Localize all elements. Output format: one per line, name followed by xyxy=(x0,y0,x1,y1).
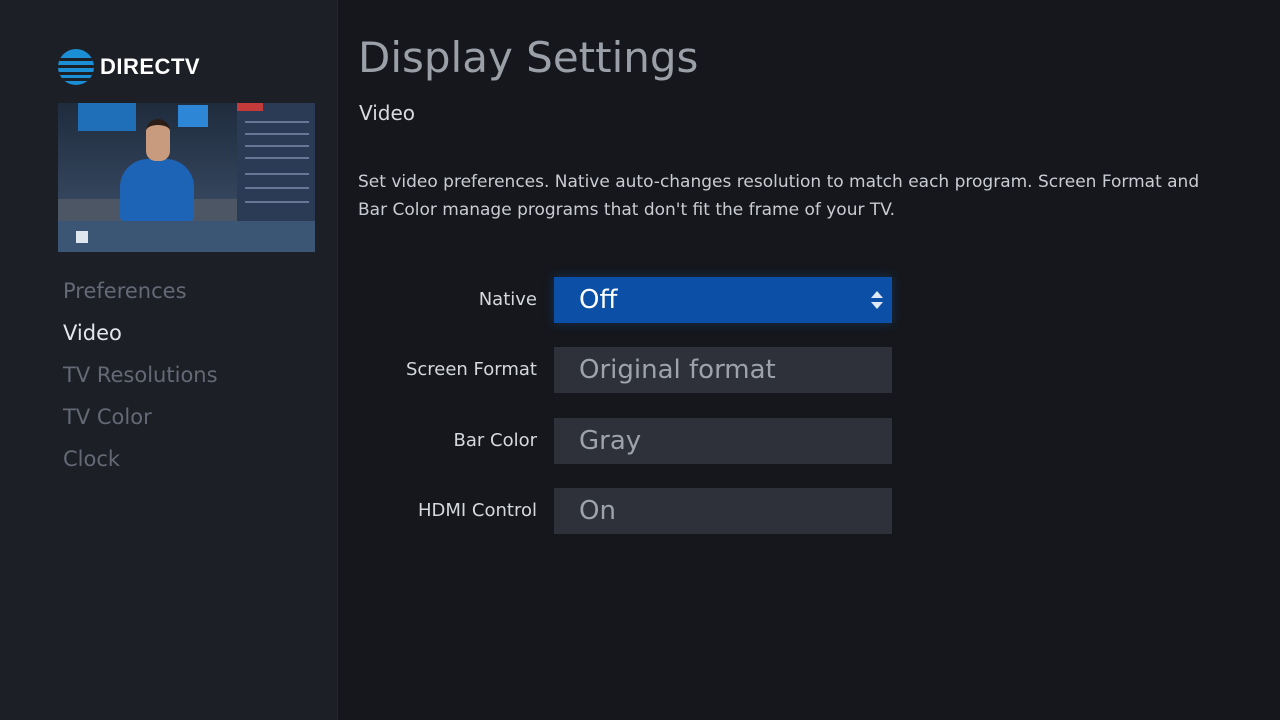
sidebar-item-clock[interactable]: Clock xyxy=(63,445,218,487)
screen-format-label: Screen Format xyxy=(405,359,537,380)
hdmi-control-label: HDMI Control xyxy=(417,500,537,521)
native-label: Native xyxy=(478,289,537,310)
setting-row-native: Native Off xyxy=(358,277,892,323)
setting-row-hdmi-control: HDMI Control On xyxy=(358,488,892,534)
app-root: DIRECTV Preferences Video TV Resolutions… xyxy=(0,0,1280,720)
sidebar-item-tv-color[interactable]: TV Color xyxy=(63,403,218,445)
directv-logo: DIRECTV xyxy=(58,49,200,85)
live-tv-preview xyxy=(58,103,315,252)
bar-color-value: Gray xyxy=(579,426,642,456)
native-value: Off xyxy=(579,285,618,315)
native-selector[interactable]: Off xyxy=(554,277,892,323)
settings-menu: Preferences Video TV Resolutions TV Colo… xyxy=(63,277,218,487)
page-title: Display Settings xyxy=(358,33,699,82)
hdmi-control-value: On xyxy=(579,496,616,526)
section-title: Video xyxy=(359,101,416,125)
screen-format-selector[interactable]: Original format xyxy=(554,347,892,393)
up-down-arrows-icon xyxy=(871,291,883,309)
setting-row-bar-color: Bar Color Gray xyxy=(358,418,892,464)
setting-row-screen-format: Screen Format Original format xyxy=(358,347,892,393)
hdmi-control-selector[interactable]: On xyxy=(554,488,892,534)
section-description: Set video preferences. Native auto-chang… xyxy=(358,172,1200,220)
screen-format-value: Original format xyxy=(579,355,776,385)
sidebar-item-preferences[interactable]: Preferences xyxy=(63,277,218,319)
bar-color-label: Bar Color xyxy=(453,430,538,451)
att-globe-icon xyxy=(58,49,94,85)
sidebar-item-tv-resolutions[interactable]: TV Resolutions xyxy=(63,361,218,403)
sidebar-item-video[interactable]: Video xyxy=(63,319,218,361)
sidebar: DIRECTV Preferences Video TV Resolutions… xyxy=(0,0,338,720)
logo-text: DIRECTV xyxy=(100,54,201,79)
bar-color-selector[interactable]: Gray xyxy=(554,418,892,464)
